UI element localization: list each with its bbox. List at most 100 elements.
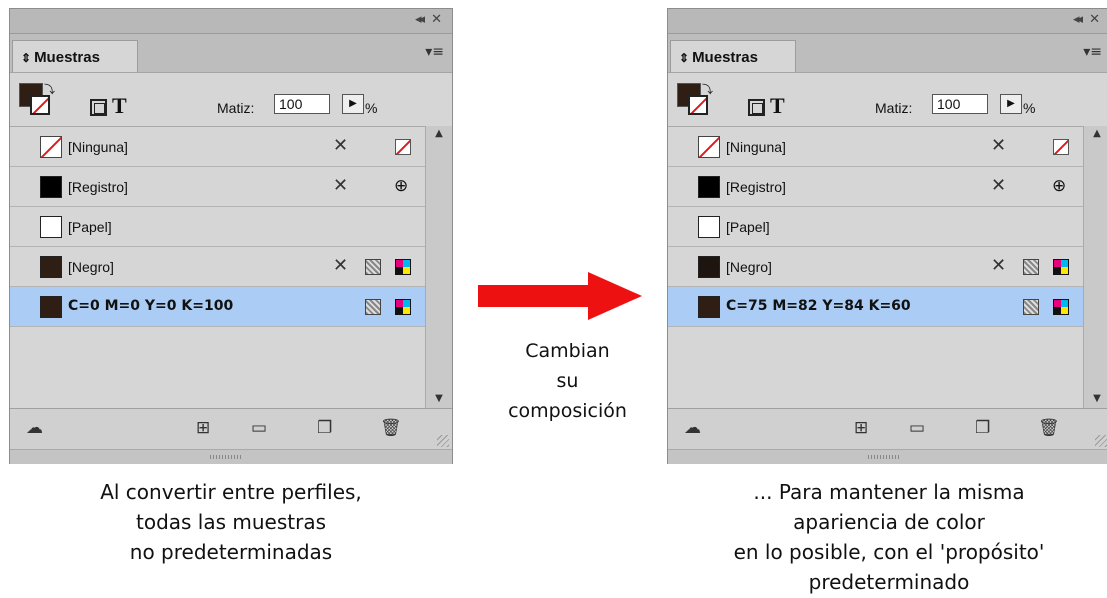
tab-muestras[interactable]: ⇕ Muestras [12, 40, 138, 72]
swatch-label: [Registro] [68, 179, 128, 195]
swatch-row-paper[interactable]: [Papel] [668, 207, 1083, 247]
resize-grip[interactable] [668, 449, 1107, 464]
updown-arrows-icon: ⇕ [679, 51, 690, 65]
process-color-icon [1023, 259, 1039, 275]
close-icon[interactable]: ✕ [431, 12, 442, 27]
scrollbar[interactable]: ▲ ▼ [1083, 126, 1107, 408]
trash-icon[interactable]: 🗑 [380, 418, 402, 438]
trash-icon[interactable]: 🗑 [1038, 418, 1060, 438]
cloud-icon[interactable]: ☁ [26, 418, 43, 438]
cmyk-mode-icon [1053, 299, 1069, 315]
swatch-row-none[interactable]: [Ninguna] ✕ [668, 127, 1083, 167]
red-arrow-icon [478, 272, 648, 320]
scroll-up-icon[interactable]: ▲ [426, 128, 452, 139]
tint-label: Matiz: [875, 100, 913, 116]
swatch-row-none[interactable]: [Ninguna] ✕ [10, 127, 425, 167]
panel-titlebar[interactable]: ◂◂ ✕ [10, 9, 452, 34]
collapse-icon[interactable]: ◂◂ [1073, 12, 1083, 27]
swatch-label: [Negro] [68, 259, 114, 275]
paper-swatch-icon [40, 216, 62, 238]
swatches-panel-before: ◂◂ ✕ ⇕ Muestras ▾≡ ⤵ T Matiz: 100 ▶ % [Ni… [9, 8, 453, 464]
swatch-row-black[interactable]: [Negro] ✕ [668, 247, 1083, 287]
close-icon[interactable]: ✕ [1089, 12, 1100, 27]
stroke-swatch-icon[interactable] [30, 95, 50, 115]
scroll-down-icon[interactable]: ▼ [426, 393, 452, 404]
paper-swatch-icon [698, 216, 720, 238]
swatch-list: [Ninguna] ✕ [Registro] ✕ ⊕ [Papel] [Negr… [10, 126, 425, 409]
panel-titlebar[interactable]: ◂◂ ✕ [668, 9, 1107, 34]
cmyk-swatch-icon [40, 296, 62, 318]
arrow-caption-line: su [556, 370, 579, 392]
none-swatch-icon [698, 136, 720, 158]
swatch-row-registration[interactable]: [Registro] ✕ ⊕ [10, 167, 425, 207]
formatting-container-icon[interactable] [748, 99, 765, 116]
fill-stroke-icon[interactable]: ⤵ [677, 83, 713, 119]
swatch-label: [Ninguna] [68, 139, 128, 155]
swatch-list: [Ninguna] ✕ [Registro] ✕ ⊕ [Papel] [Negr… [668, 126, 1083, 409]
collapse-icon[interactable]: ◂◂ [415, 12, 425, 27]
swatch-label: [Ninguna] [726, 139, 786, 155]
tab-label: Muestras [34, 49, 100, 66]
resize-corner-icon[interactable] [437, 435, 449, 447]
caption-line: apariencia de color [793, 510, 985, 534]
tint-percent: % [1023, 100, 1036, 116]
new-swatch-icon[interactable]: ❐ [975, 418, 990, 438]
view-options-icon[interactable]: ⊞ [854, 418, 868, 438]
new-swatch-icon[interactable]: ❐ [317, 418, 332, 438]
swap-arrow-icon[interactable]: ⤵ [44, 81, 55, 97]
resize-grip[interactable] [10, 449, 452, 464]
panel-bottom-bar: ☁ ⊞ ▭ ❐ 🗑 [10, 408, 452, 449]
process-color-icon [365, 299, 381, 315]
panel-menu-icon[interactable]: ▾≡ [425, 44, 444, 60]
none-swatch-icon [40, 136, 62, 158]
caption-after: ... Para mantener la misma apariencia de… [667, 477, 1107, 597]
no-edit-icon: ✕ [991, 135, 1007, 156]
tab-row: ⇕ Muestras ▾≡ [668, 34, 1107, 73]
updown-arrows-icon: ⇕ [21, 51, 32, 65]
arrow-head [588, 272, 642, 320]
registration-icon: ⊕ [1052, 176, 1067, 196]
cloud-icon[interactable]: ☁ [684, 418, 701, 438]
swatch-row-cmyk-selected[interactable]: C=0 M=0 Y=0 K=100 [10, 287, 425, 327]
caption-line: Al convertir entre perfiles, [100, 480, 362, 504]
swatch-label: [Registro] [726, 179, 786, 195]
swatch-row-black[interactable]: [Negro] ✕ [10, 247, 425, 287]
scroll-up-icon[interactable]: ▲ [1084, 128, 1107, 139]
swatch-row-paper[interactable]: [Papel] [10, 207, 425, 247]
arrow-shaft [478, 285, 590, 307]
fill-stroke-icon[interactable]: ⤵ [19, 83, 55, 119]
caption-line: ... Para mantener la misma [753, 480, 1025, 504]
swatch-row-registration[interactable]: [Registro] ✕ ⊕ [668, 167, 1083, 207]
tint-input[interactable]: 100 [274, 94, 330, 114]
cmyk-mode-icon [1053, 259, 1069, 275]
swatch-controls: ⤵ T Matiz: 100 ▶ % [10, 73, 452, 125]
swatch-label: C=0 M=0 Y=0 K=100 [68, 298, 234, 314]
formatting-container-icon[interactable] [90, 99, 107, 116]
tint-label: Matiz: [217, 100, 255, 116]
swatch-label: [Negro] [726, 259, 772, 275]
tab-muestras[interactable]: ⇕ Muestras [670, 40, 796, 72]
arrow-caption-line: Cambian [525, 340, 610, 362]
swatches-panel-after: ◂◂ ✕ ⇕ Muestras ▾≡ ⤵ T Matiz: 100 ▶ % [Ni… [667, 8, 1107, 464]
tint-input[interactable]: 100 [932, 94, 988, 114]
caption-line: en lo posible, con el 'propósito' [733, 540, 1045, 564]
panel-menu-icon[interactable]: ▾≡ [1083, 44, 1102, 60]
view-options-icon[interactable]: ⊞ [196, 418, 210, 438]
scrollbar[interactable]: ▲ ▼ [425, 126, 452, 408]
formatting-text-icon[interactable]: T [112, 93, 127, 119]
scroll-down-icon[interactable]: ▼ [1084, 393, 1107, 404]
swap-arrow-icon[interactable]: ⤵ [702, 81, 713, 97]
swatch-label: C=75 M=82 Y=84 K=60 [726, 298, 911, 314]
registration-swatch-icon [698, 176, 720, 198]
stroke-swatch-icon[interactable] [688, 95, 708, 115]
tint-arrow-icon[interactable]: ▶ [1000, 94, 1022, 114]
tint-arrow-icon[interactable]: ▶ [342, 94, 364, 114]
resize-corner-icon[interactable] [1095, 435, 1107, 447]
none-indicator-icon [395, 139, 411, 155]
swatch-row-cmyk-selected[interactable]: C=75 M=82 Y=84 K=60 [668, 287, 1083, 327]
new-group-folder-icon[interactable]: ▭ [251, 418, 267, 438]
cmyk-mode-icon [395, 299, 411, 315]
formatting-text-icon[interactable]: T [770, 93, 785, 119]
no-edit-icon: ✕ [333, 135, 349, 156]
new-group-folder-icon[interactable]: ▭ [909, 418, 925, 438]
